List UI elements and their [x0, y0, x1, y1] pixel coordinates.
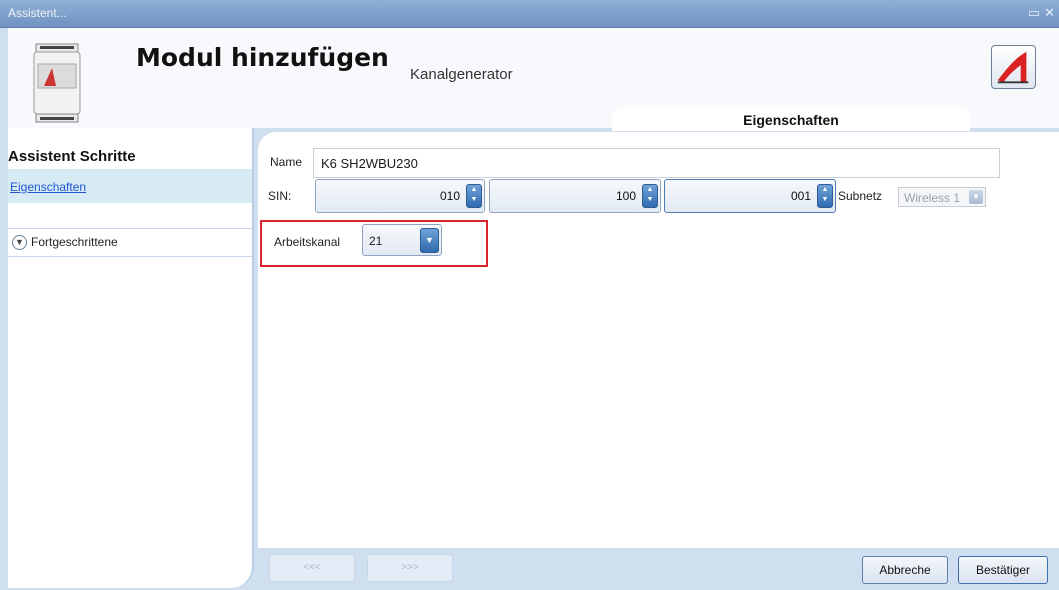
sin-value-1: 010 [439, 189, 460, 203]
spinner-icon[interactable]: ▲ ▼ [817, 184, 833, 208]
device-module-icon [33, 43, 81, 123]
sin-field-2[interactable]: 100 ▲ ▼ [489, 179, 661, 213]
chevron-down-icon[interactable]: ▼ [420, 228, 439, 253]
advanced-label: Fortgeschrittene [31, 235, 118, 249]
channel-value: 21 [369, 234, 383, 248]
brand-logo-icon [991, 45, 1036, 89]
maximize-icon[interactable]: ▭ [1028, 5, 1044, 20]
sin-value-2: 100 [615, 189, 636, 203]
chevron-down-icon[interactable]: ▼ [12, 235, 27, 251]
page-subtitle: Kanalgenerator [410, 66, 513, 83]
close-icon[interactable]: ✕ [1044, 5, 1059, 20]
channel-select[interactable]: 21 ▼ [362, 224, 442, 256]
page-title: Modul hinzufügen [136, 43, 389, 72]
properties-form: Name K6 SH2WBU230 SIN: 010 ▲ ▼ 100 ▲ ▼ 001… [258, 132, 1059, 548]
sin-field-1[interactable]: 010 ▲ ▼ [315, 179, 485, 213]
window-controls: ▭✕ [1028, 5, 1059, 21]
window-titlebar: Assistent... ▭✕ [0, 0, 1059, 28]
sin-label: SIN: [268, 189, 292, 203]
cancel-button[interactable]: Abbreche [862, 556, 948, 584]
sin-field-3[interactable]: 001 ▲ ▼ [664, 179, 836, 213]
subnet-label: Subnetz [838, 189, 883, 203]
sin-value-3: 001 [790, 189, 811, 203]
wizard-steps-panel: Assistent Schritte Eigenschaften ▼ Fortge… [8, 128, 254, 588]
subnet-value: Wireless 1 [904, 191, 961, 205]
confirm-button[interactable]: Bestätiger [958, 556, 1048, 584]
chevron-down-icon: ▼ [969, 190, 983, 204]
next-button[interactable]: >>> [367, 554, 453, 582]
channel-label: Arbeitskanal [274, 235, 341, 249]
name-input[interactable]: K6 SH2WBU230 [313, 148, 1000, 178]
steps-title: Assistent Schritte [8, 148, 136, 165]
spinner-icon[interactable]: ▲ ▼ [642, 184, 658, 208]
prev-button[interactable]: <<< [269, 554, 355, 582]
spinner-icon[interactable]: ▲ ▼ [466, 184, 482, 208]
name-label: Name [270, 155, 303, 169]
subnet-select: Wireless 1 ▼ [898, 187, 986, 207]
step-link-properties[interactable]: Eigenschaften [10, 180, 86, 194]
step-item-properties[interactable]: Eigenschaften [8, 169, 252, 203]
tab-properties[interactable]: Eigenschaften [612, 107, 970, 131]
divider [8, 256, 252, 257]
divider [8, 228, 252, 229]
advanced-toggle[interactable]: ▼ Fortgeschrittene [12, 235, 118, 251]
window-title: Assistent... [8, 6, 67, 20]
